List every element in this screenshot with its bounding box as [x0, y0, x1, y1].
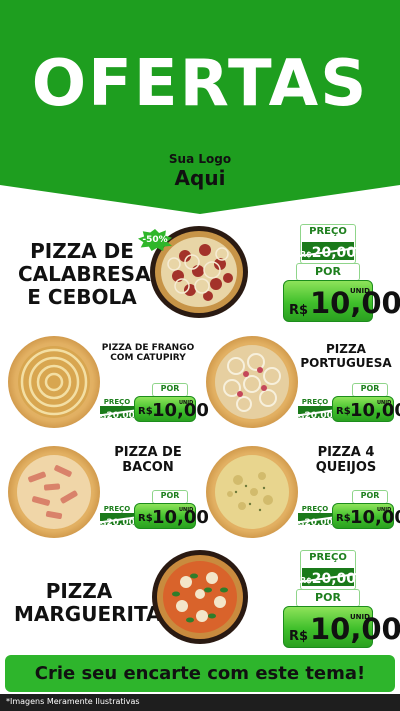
product-name-line: QUEIJOS [315, 459, 377, 475]
old-price-value: R$20,00 [99, 510, 135, 529]
old-price: R$20,00 [300, 568, 356, 587]
old-price-label: PREÇO [309, 226, 347, 237]
old-price-amount: 20,00 [304, 410, 333, 421]
old-price-amount: 20,00 [311, 570, 357, 587]
por-label: POR [360, 491, 380, 500]
new-price-amount: 10,00 [350, 507, 400, 528]
por-label: POR [315, 265, 341, 278]
product-name-line: PIZZA [45, 579, 113, 603]
old-price-currency: R$ [299, 575, 312, 585]
new-price: R$ 10,00 UNID [283, 280, 400, 322]
new-price: R$ 10,00 UNID [332, 503, 400, 529]
product-name-line: PIZZA DE [30, 239, 134, 263]
old-price: R$20,00 [99, 406, 135, 421]
product-name-line: COM CATUPIRY [110, 353, 186, 364]
product-name-line: PIZZA [326, 342, 366, 356]
old-price: R$20,00 [99, 513, 135, 528]
old-price-amount: 20,00 [106, 517, 135, 528]
pizza-portuguesa-image [206, 336, 298, 428]
old-price-amount: 20,00 [106, 410, 135, 421]
pizza-frango-image [8, 336, 100, 428]
old-price-amount: 20,00 [311, 244, 357, 261]
product-name-line: E CEBOLA [27, 285, 137, 309]
price-unit: UNID [179, 400, 194, 406]
old-price-value: R$20,00 [99, 403, 135, 422]
pizza-frango-art [18, 346, 90, 418]
new-price-currency: R$ [289, 303, 309, 318]
old-price-value: R$20,00 [297, 403, 333, 422]
price-unit: UNID [377, 507, 392, 513]
new-price-amount: 10,00 [350, 400, 400, 421]
product-name-4-queijos: PIZZA 4 QUEIJOS [300, 445, 392, 476]
price-unit: UNID [377, 400, 392, 406]
old-price-label: PREÇO [309, 552, 347, 563]
pizza-4-queijos-image [206, 446, 298, 538]
logo-placeholder-line2: Aqui [174, 166, 226, 190]
page-title: OFERTAS [31, 47, 369, 121]
disclaimer-text: *Imagens Meramente Ilustrativas [6, 697, 140, 706]
product-name-line: MARGUERITA [14, 602, 162, 626]
por-label: POR [315, 591, 341, 604]
product-name-frango: PIZZA DE FRANGO COM CATUPIRY [100, 343, 196, 364]
pizza-marguerita-art [157, 555, 243, 639]
price-unit: UNID [350, 287, 370, 295]
new-price: R$ 10,00 UNID [332, 396, 400, 422]
por-label: POR [160, 384, 180, 393]
price-unit: UNID [179, 507, 194, 513]
product-name-portuguesa: PIZZA PORTUGUESA [300, 342, 392, 371]
product-name-line: BACON [122, 459, 174, 475]
new-price-currency: R$ [289, 629, 309, 644]
por-label: POR [360, 384, 380, 393]
old-price-value: R$20,00 [300, 568, 356, 587]
old-price: R$20,00 [297, 406, 333, 421]
new-price: R$ 10,00 UNID [134, 396, 209, 422]
new-price-currency: R$ [336, 406, 351, 417]
pizza-bacon-art [17, 455, 91, 529]
price-unit: UNID [350, 613, 370, 621]
pizza-portuguesa-art [215, 345, 289, 419]
product-name-line: PIZZA 4 [317, 445, 375, 460]
product-name-marguerita: PIZZA MARGUERITA [14, 579, 162, 626]
logo-placeholder-line1: Sua Logo [168, 152, 232, 166]
new-price-currency: R$ [138, 513, 153, 524]
old-price-currency: R$ [299, 249, 312, 259]
pizza-bacon-image [8, 446, 100, 538]
old-price: R$20,00 [297, 513, 333, 528]
product-name-line: CALABRESA [18, 262, 151, 286]
old-price-amount: 20,00 [304, 517, 333, 528]
pizza-marguerita-image [152, 550, 248, 644]
product-name-bacon: PIZZA DE BACON [100, 445, 196, 476]
new-price-currency: R$ [138, 406, 153, 417]
old-price: R$20,00 [300, 242, 356, 261]
new-price: R$ 10,00 UNID [134, 503, 209, 529]
pizza-4-queijos-art [215, 455, 289, 529]
product-name-line: PIZZA DE FRANGO [101, 343, 195, 353]
product-name-line: PIZZA DE [114, 445, 182, 460]
product-name-line: PORTUGUESA [300, 355, 392, 370]
old-price-value: R$20,00 [300, 242, 356, 261]
new-price: R$ 10,00 UNID [283, 606, 400, 648]
por-label: POR [160, 491, 180, 500]
cta-banner[interactable]: Crie seu encarte com este tema! [5, 655, 395, 692]
old-price-value: R$20,00 [297, 510, 333, 529]
product-name-calabresa: PIZZA DE CALABRESA E CEBOLA [18, 239, 151, 309]
new-price-currency: R$ [336, 513, 351, 524]
